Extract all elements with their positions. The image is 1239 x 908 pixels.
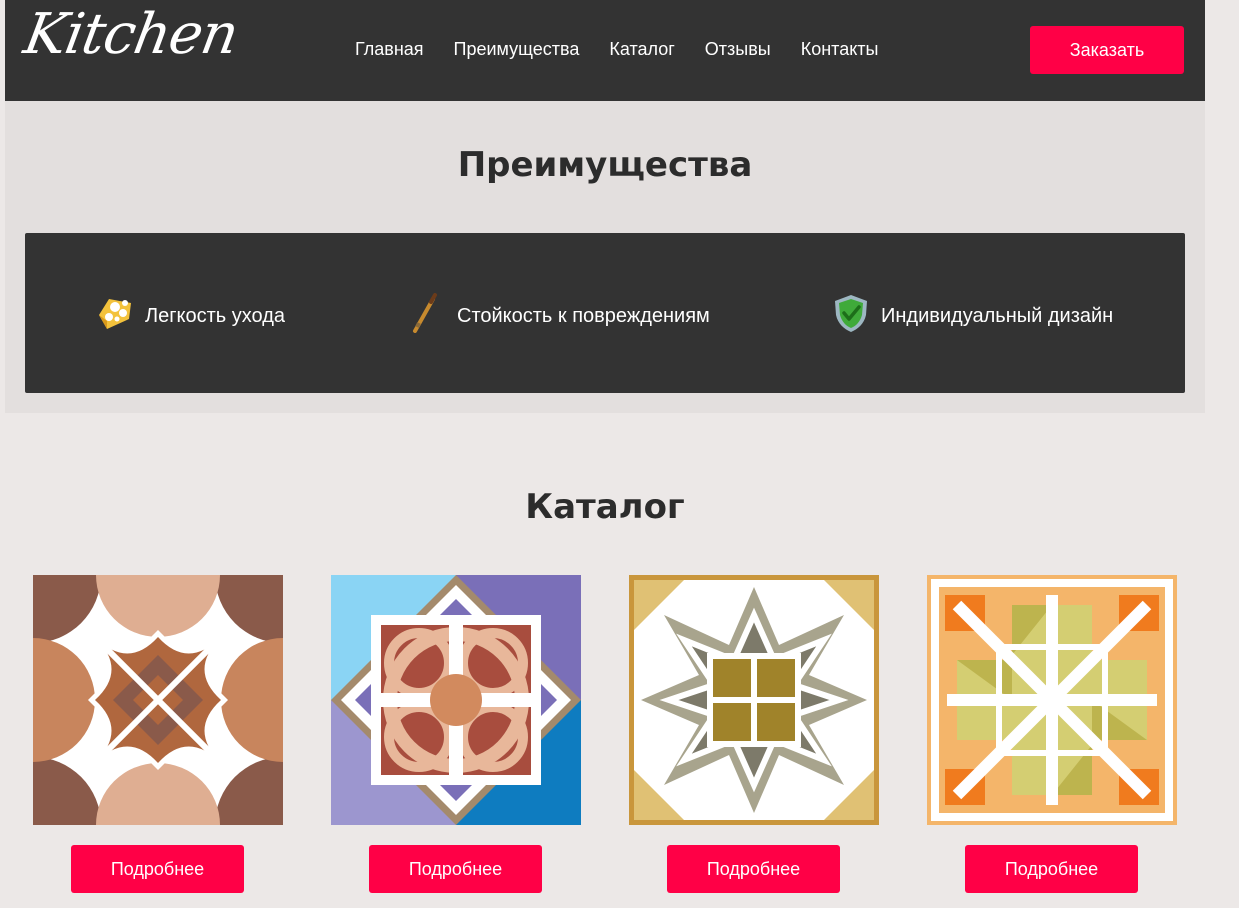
advantage-item-design: Индивидуальный дизайн xyxy=(831,293,1113,339)
nav-link-home[interactable]: Главная xyxy=(355,39,424,60)
nav-link-contacts[interactable]: Контакты xyxy=(801,39,879,60)
details-button[interactable]: Подробнее xyxy=(369,845,542,893)
advantage-label: Стойкость к повреждениям xyxy=(457,304,710,327)
logo[interactable]: Kitchen xyxy=(19,2,242,67)
brush-icon xyxy=(407,293,447,339)
details-button[interactable]: Подробнее xyxy=(667,845,840,893)
nav-link-reviews[interactable]: Отзывы xyxy=(705,39,771,60)
site-header: Kitchen Главная Преимущества Каталог Отз… xyxy=(5,0,1205,101)
advantage-label: Индивидуальный дизайн xyxy=(881,304,1114,327)
catalog-tile-image[interactable] xyxy=(927,575,1177,825)
catalog-tile-image[interactable] xyxy=(331,575,581,825)
catalog-section: Каталог Подробнее Подробнее Подробнее По… xyxy=(0,413,1210,908)
catalog-tile-image[interactable] xyxy=(629,575,879,825)
advantage-label: Легкость ухода xyxy=(145,304,286,327)
catalog-title: Каталог xyxy=(525,487,685,527)
nav-link-advantages[interactable]: Преимущества xyxy=(454,39,580,60)
sponge-icon xyxy=(95,293,135,339)
advantages-title: Преимущества xyxy=(457,145,753,185)
advantages-section: Преимущества Легкость ухода Стойкость к … xyxy=(5,101,1205,413)
main-nav: Главная Преимущества Каталог Отзывы Конт… xyxy=(355,39,878,60)
catalog-tile-image[interactable] xyxy=(33,575,283,825)
advantage-item-durability: Стойкость к повреждениям xyxy=(407,293,710,339)
shield-check-icon xyxy=(831,293,871,339)
order-button[interactable]: Заказать xyxy=(1030,26,1184,74)
nav-link-catalog[interactable]: Каталог xyxy=(609,39,674,60)
advantage-item-care: Легкость ухода xyxy=(95,293,285,339)
advantages-panel: Легкость ухода Стойкость к повреждениям xyxy=(25,233,1185,393)
details-button[interactable]: Подробнее xyxy=(71,845,244,893)
details-button[interactable]: Подробнее xyxy=(965,845,1138,893)
